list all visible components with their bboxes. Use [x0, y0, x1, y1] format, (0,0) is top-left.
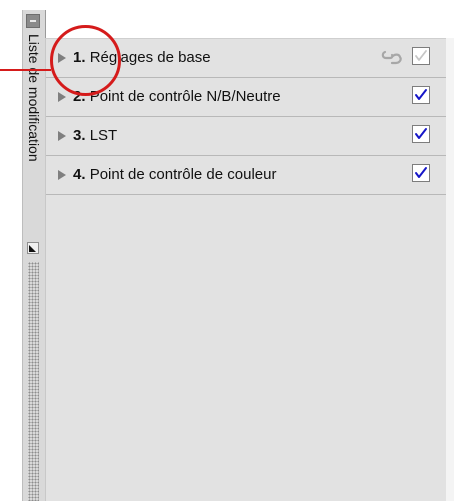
step-checkbox[interactable]	[412, 47, 430, 65]
step-title: 4. Point de contrôle de couleur	[73, 166, 276, 183]
drag-grip[interactable]	[28, 262, 39, 501]
resize-corner-icon[interactable]	[27, 242, 39, 254]
step-label: LST	[89, 127, 118, 144]
step-label: Point de contrôle N/B/Neutre	[89, 88, 281, 105]
step-checkbox[interactable]	[412, 86, 430, 104]
expand-arrow-icon[interactable]	[58, 92, 66, 102]
annotation-line	[0, 69, 51, 71]
checkmark-icon	[415, 89, 427, 100]
edit-list-panel: 1. Réglages de base 2. Point de contrôle…	[45, 38, 447, 501]
collapse-panel-icon[interactable]	[26, 14, 40, 28]
step-title: 3. LST	[73, 127, 117, 144]
step-number: 4.	[73, 166, 86, 183]
step-checkbox[interactable]	[412, 164, 430, 182]
chain-link-icon	[381, 50, 402, 65]
checkmark-icon	[415, 167, 427, 178]
checkmark-icon	[415, 128, 427, 139]
sidebar-title: Liste de modification	[26, 34, 42, 162]
expand-arrow-icon[interactable]	[58, 170, 66, 180]
step-checkbox[interactable]	[412, 125, 430, 143]
expand-arrow-icon[interactable]	[58, 131, 66, 141]
step-label: Point de contrôle de couleur	[89, 166, 277, 183]
step-row-3[interactable]: 3. LST	[46, 117, 447, 156]
annotation-circle	[50, 25, 121, 96]
panel-right-edge	[446, 38, 454, 501]
empty-panel-area	[46, 195, 447, 501]
step-number: 3.	[73, 127, 86, 144]
side-tab-strip[interactable]: Liste de modification	[22, 10, 46, 501]
step-row-4[interactable]: 4. Point de contrôle de couleur	[46, 156, 447, 195]
stage: Liste de modification 1. Réglages de bas…	[0, 0, 454, 501]
checkmark-icon	[415, 50, 427, 61]
